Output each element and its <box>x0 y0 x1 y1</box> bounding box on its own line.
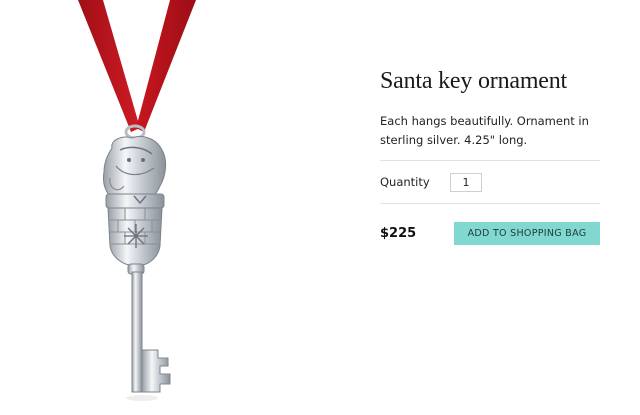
product-info-panel: Santa key ornament Each hangs beautifull… <box>380 66 600 262</box>
product-title: Santa key ornament <box>380 68 568 94</box>
ribbon-left <box>78 0 140 132</box>
quantity-row: Quantity <box>380 161 600 203</box>
product-image <box>0 0 300 410</box>
quantity-input[interactable] <box>450 172 482 192</box>
price-row: $225 ADD TO SHOPPING BAG <box>380 204 600 262</box>
product-description: Each hangs beautifully. Ornament in ster… <box>380 114 589 147</box>
santa-key-ornament-image <box>78 0 196 401</box>
product-price: $225 <box>380 225 417 241</box>
ribbon-right <box>136 0 196 132</box>
add-to-bag-button[interactable]: ADD TO SHOPPING BAG <box>454 221 600 245</box>
quantity-label: Quantity <box>380 175 430 189</box>
